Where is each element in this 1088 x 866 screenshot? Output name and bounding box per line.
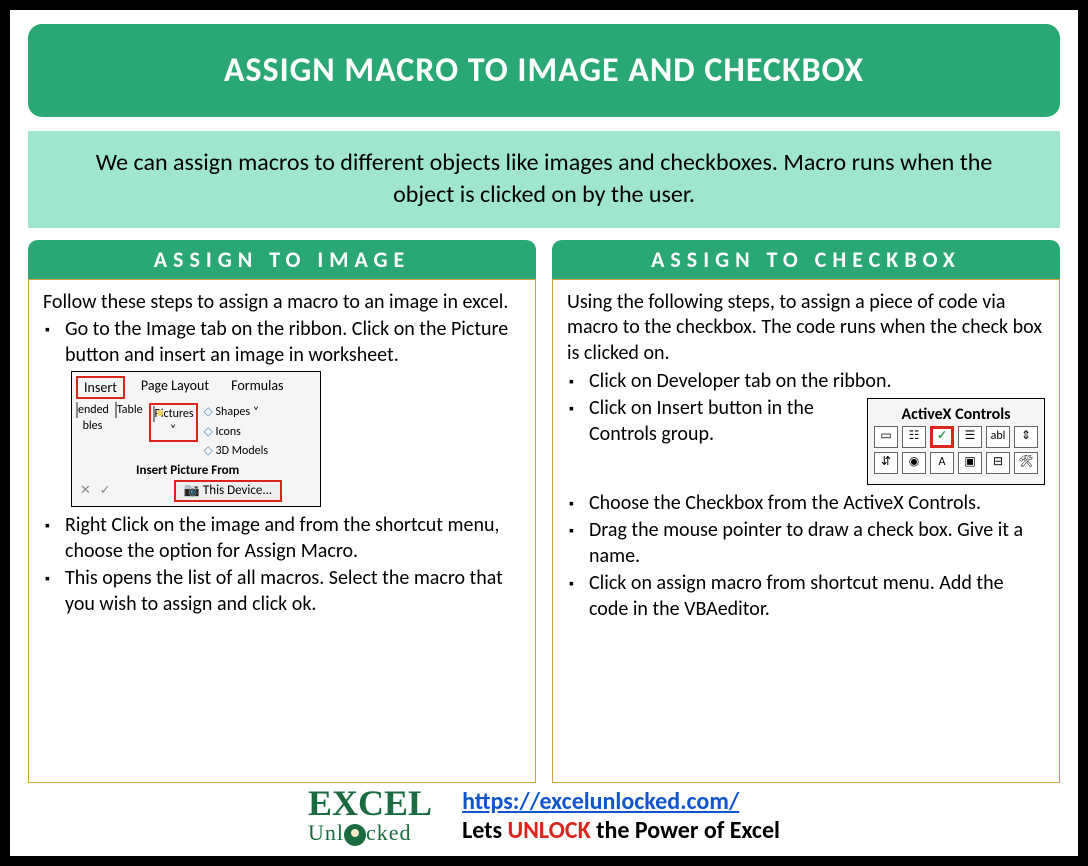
left-body: Follow these steps to assign a macro to … [28,279,536,783]
lock-icon [344,824,366,846]
recommended-fragment: endedbles [76,403,109,434]
table-button: Table [115,403,143,418]
right-column: ASSIGN TO CHECKBOX Using the following s… [552,240,1060,783]
ax-label-icon: A [930,452,954,474]
right-step5: Click on assign macro from shortcut menu… [589,571,1045,622]
excel-unlocked-logo: EXCEL Unlcked [308,787,432,846]
footer-text: https://excelunlocked.com/ Lets UNLOCK t… [462,787,780,845]
ax-scroll-icon: ⇕ [1014,426,1038,448]
right-step1: Click on Developer tab on the ribbon. [589,369,1045,395]
footer: EXCEL Unlcked https://excelunlocked.com/… [28,783,1060,846]
shapes-list: Shapes ˅ Icons 3D Models [204,403,268,461]
intro-box: We can assign macros to different object… [28,131,1060,228]
ax-option-icon: ◉ [902,452,926,474]
pictures-button: Pictures˅ [149,403,198,442]
left-column: ASSIGN TO IMAGE Follow these steps to as… [28,240,536,783]
columns: ASSIGN TO IMAGE Follow these steps to as… [28,240,1060,783]
right-step4: Drag the mouse pointer to draw a check b… [589,518,1045,569]
left-lead: Follow these steps to assign a macro to … [43,290,521,316]
ax-list-icon: ☰ [958,426,982,448]
title-bar: ASSIGN MACRO TO IMAGE AND CHECKBOX [28,24,1060,117]
this-device-option: 📷 This Device... [174,480,282,503]
ax-toggle-icon: ⊟ [986,452,1010,474]
footer-link[interactable]: https://excelunlocked.com/ [462,787,739,816]
left-step3: This opens the list of all macros. Selec… [65,566,521,617]
ax-text-icon: abl [986,426,1010,448]
ax-spin-icon: ⇵ [874,452,898,474]
ax-image-icon: ▣ [958,452,982,474]
left-step2: Right Click on the image and from the sh… [65,513,521,564]
insert-tab: Insert [76,376,125,400]
ribbon-screenshot: Insert Page Layout Formulas endedbles [71,371,321,508]
ax-more-icon: 🛠 [1014,452,1038,474]
insert-from-label: Insert Picture From [136,463,239,478]
right-lead: Using the following steps, to assign a p… [567,290,1045,367]
picture-icon [153,406,155,422]
right-header: ASSIGN TO CHECKBOX [552,240,1060,279]
ax-button-icon: ▭ [874,426,898,448]
formulas-tab: Formulas [225,376,289,400]
right-body: Using the following steps, to assign a p… [552,279,1060,783]
page: ASSIGN MACRO TO IMAGE AND CHECKBOX We ca… [10,10,1078,856]
right-step2-text: Click on Insert button in the Controls g… [589,396,851,447]
page-layout-tab: Page Layout [135,376,215,400]
left-step1-text: Go to the Image tab on the ribbon. Click… [65,317,508,367]
activex-title: ActiveX Controls [901,405,1010,424]
ax-checkbox-icon: ✓ [930,426,954,448]
left-header: ASSIGN TO IMAGE [28,240,536,279]
right-step2: Click on Insert button in the Controls g… [589,396,1045,488]
activex-screenshot: ActiveX Controls ▭ ☷ ✓ ☰ abl ⇕ [867,398,1045,484]
left-step1: Go to the Image tab on the ribbon. Click… [65,317,521,511]
right-step3: Choose the Checkbox from the ActiveX Con… [589,491,1045,517]
ax-combo-icon: ☷ [902,426,926,448]
